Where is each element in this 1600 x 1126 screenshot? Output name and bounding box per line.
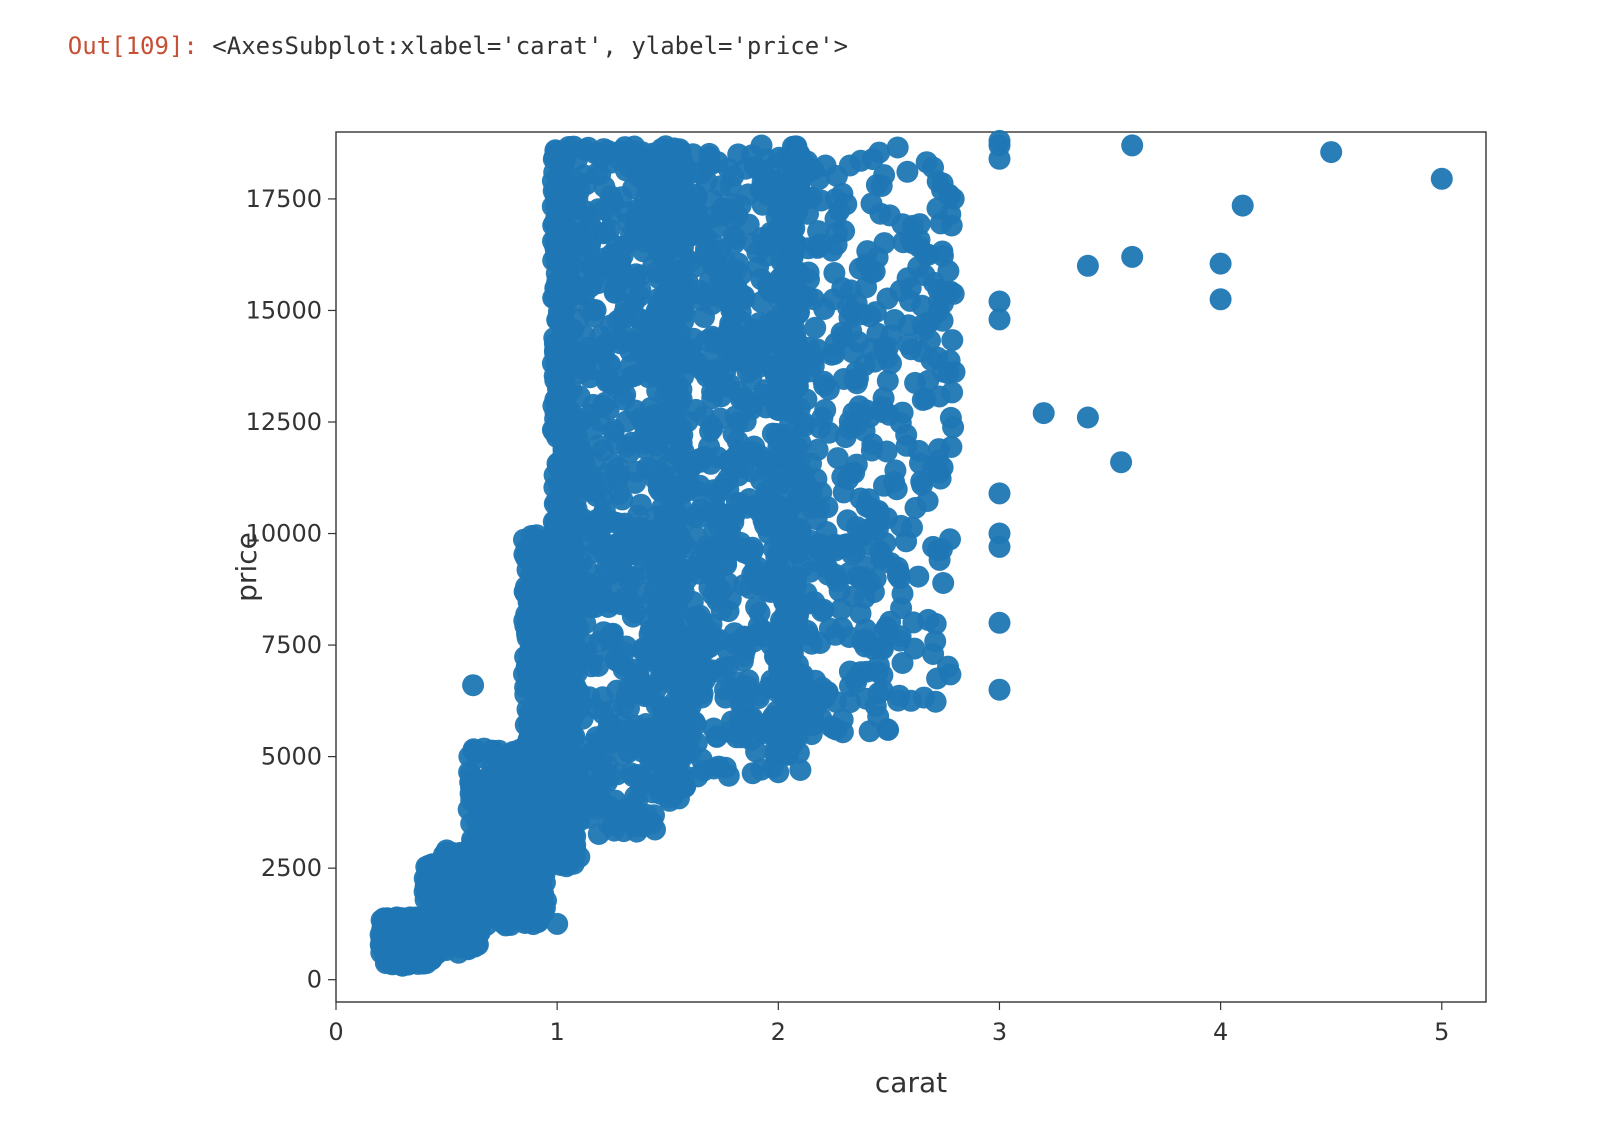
output-prompt: Out[109]:: [68, 32, 213, 60]
x-tick-label: 1: [550, 1018, 565, 1046]
y-tick-label: 2500: [261, 854, 322, 882]
y-tick-label: 15000: [246, 296, 322, 324]
scatter-chart: 012345 025005000750010000125001500017500…: [226, 112, 1516, 1126]
chart-svg: 012345 025005000750010000125001500017500…: [226, 112, 1516, 1122]
x-tick-label: 3: [992, 1018, 1007, 1046]
x-axis-label: carat: [875, 1066, 947, 1099]
x-ticks-group: 0 1 2 3 4 5: [328, 1002, 1449, 1046]
x-tick-label: 0: [328, 1018, 343, 1046]
notebook-output-line: Out[109]: <AxesSubplot:xlabel='carat', y…: [10, 4, 1590, 88]
x-tick-label: 2: [771, 1018, 786, 1046]
x-tick-label: 5: [1434, 1018, 1449, 1046]
y-tick-label: 17500: [246, 185, 322, 213]
y-tick-label: 12500: [246, 408, 322, 436]
scatter-points-group: [370, 130, 1453, 977]
y-tick-label: 5000: [261, 743, 322, 771]
output-repr-text: <AxesSubplot:xlabel='carat', ylabel='pri…: [212, 32, 848, 60]
y-axis-label: price: [230, 532, 263, 602]
y-tick-label: 7500: [261, 631, 322, 659]
y-tick-label: 0: [307, 966, 322, 994]
x-tick-label: 4: [1213, 1018, 1228, 1046]
